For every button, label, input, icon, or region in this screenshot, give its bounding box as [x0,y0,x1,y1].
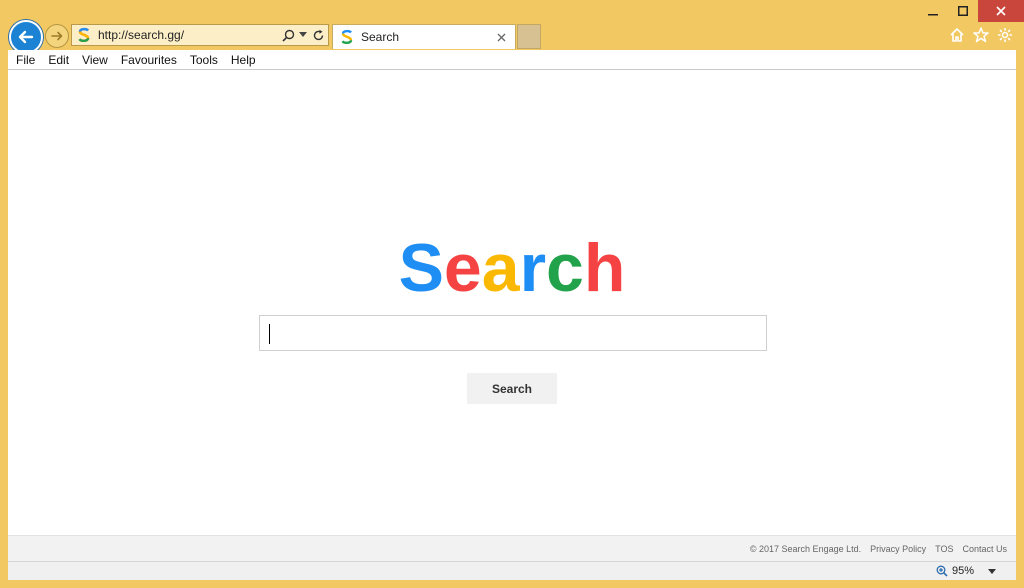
gear-icon[interactable] [996,26,1014,44]
forward-button[interactable] [45,24,69,48]
zoom-control[interactable]: 95% [935,564,996,578]
maximize-button[interactable] [948,0,978,22]
search-logo: Search [8,228,1016,308]
tab-label: Search [361,30,400,44]
page-content: Search Search [8,70,1016,535]
logo-letter-4: c [546,230,584,306]
contact-us-link[interactable]: Contact Us [962,544,1007,554]
search-input[interactable] [259,315,767,351]
search-button[interactable]: Search [467,373,557,404]
status-bar: 95% [8,561,1016,580]
zoom-dropdown-icon[interactable] [988,567,996,576]
close-icon [996,6,1006,16]
url-text[interactable]: http://search.gg/ [98,28,280,42]
menu-file[interactable]: File [16,53,35,67]
favorites-star-icon[interactable] [972,26,990,44]
zoom-level: 95% [951,565,974,577]
window-controls [918,0,1024,22]
menu-help[interactable]: Help [231,53,256,67]
logo-letter-3: r [519,230,547,306]
forward-arrow-icon [51,31,63,41]
menu-edit[interactable]: Edit [48,53,69,67]
home-icon[interactable] [948,26,966,44]
tab-search[interactable]: Search [332,24,516,49]
privacy-policy-link[interactable]: Privacy Policy [870,544,926,554]
address-bar[interactable]: http://search.gg/ [71,24,329,46]
zoom-icon [935,564,949,578]
minimize-button[interactable] [918,0,948,22]
tos-link[interactable]: TOS [935,544,953,554]
back-button[interactable] [9,20,43,54]
menu-bar: File Edit View Favourites Tools Help [8,50,1016,70]
logo-letter-5: h [583,230,626,306]
text-caret [269,324,270,344]
menu-view[interactable]: View [82,53,108,67]
tab-favicon [340,29,354,45]
copyright-text: © 2017 Search Engage Ltd. [749,543,862,554]
menu-tools[interactable]: Tools [190,53,218,67]
page-footer: © 2017 Search Engage Ltd. Privacy Policy… [8,535,1016,561]
maximize-icon [958,6,968,16]
back-arrow-icon [18,30,34,44]
refresh-icon[interactable] [310,27,326,43]
menu-favourites[interactable]: Favourites [121,53,177,67]
logo-letter-1: e [443,230,482,306]
logo-letter-0: S [398,230,444,306]
site-favicon [76,27,92,43]
dropdown-arrow-icon[interactable] [298,27,308,43]
search-icon[interactable] [280,27,296,43]
tab-close-icon[interactable] [493,29,509,45]
minimize-icon [928,14,938,16]
close-button[interactable] [978,0,1024,22]
toolbar-icons [948,26,1014,44]
logo-letter-2: a [481,230,520,306]
new-tab-button[interactable] [517,24,541,49]
